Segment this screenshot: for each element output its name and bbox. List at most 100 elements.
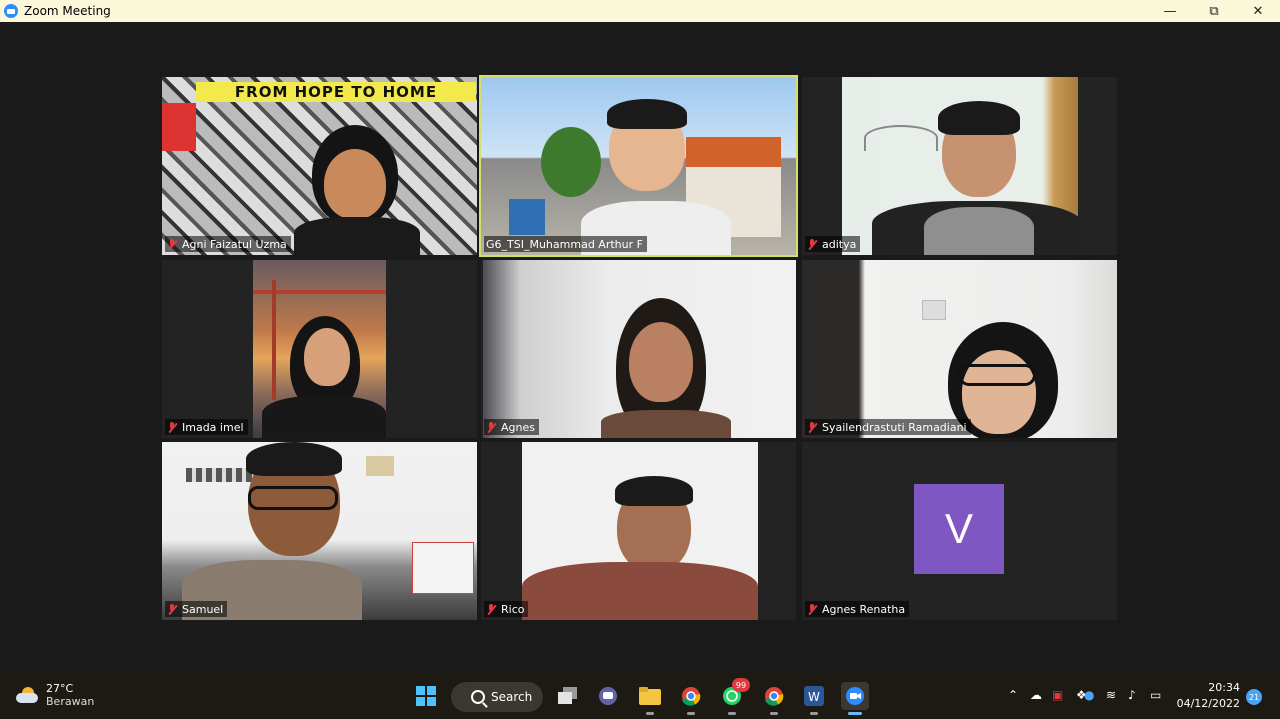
start-button[interactable] [412, 682, 440, 710]
participant-body [601, 410, 731, 438]
participant-tile[interactable]: FROM HOPE TO HOME Agni Faizatul Uzma [162, 77, 477, 255]
task-view-icon [558, 687, 577, 704]
participant-name: Rico [484, 601, 529, 617]
chrome-button[interactable] [677, 682, 705, 715]
comic-panel-image [162, 103, 196, 151]
participant-tile[interactable]: Syailendrastuti Ramadiani [802, 260, 1117, 438]
search-icon [471, 690, 485, 704]
window-title: Zoom Meeting [24, 4, 111, 18]
participant-name: Agni Faizatul Uzma [165, 236, 291, 252]
tree-image [541, 127, 601, 197]
sign-board [509, 199, 545, 235]
participant-name: Agnes Renatha [805, 601, 910, 617]
participant-shirt [924, 207, 1034, 255]
word-button[interactable]: W [800, 682, 828, 715]
wall-poster-image [366, 456, 394, 476]
participant-name: aditya [805, 236, 861, 252]
glasses-image [958, 364, 1036, 386]
zoom-taskbar-button[interactable] [841, 682, 869, 715]
onedrive-icon[interactable]: ☁ [1030, 688, 1042, 702]
clock-time: 20:34 [1208, 681, 1240, 694]
app-tray-icon[interactable]: ▣ [1052, 688, 1063, 702]
partly-cloudy-icon [16, 687, 38, 703]
hanger-image [864, 125, 938, 151]
word-icon: W [804, 686, 824, 706]
participant-body [294, 217, 420, 255]
participant-face [304, 328, 350, 386]
chrome-icon [682, 687, 701, 706]
file-explorer-button[interactable] [636, 682, 664, 715]
active-indicator [848, 712, 862, 715]
weather-temperature: 27°C [46, 682, 74, 695]
close-button[interactable]: ✕ [1236, 0, 1280, 22]
participant-tile[interactable]: Imada imel [162, 260, 477, 438]
participant-hair [607, 99, 687, 129]
zoom-app-icon [4, 4, 18, 18]
microphone-icon[interactable]: ● [1084, 688, 1094, 702]
participant-hair [615, 476, 693, 506]
windows-logo-icon [416, 686, 436, 706]
wifi-icon[interactable]: ≋ [1106, 688, 1116, 702]
participant-hair [246, 442, 342, 476]
participant-tile[interactable]: Rico [481, 442, 796, 620]
gallery-view: FROM HOPE TO HOME Agni Faizatul Uzma G6_… [0, 22, 1280, 674]
weather-condition: Berawan [46, 695, 95, 708]
participant-tile[interactable]: aditya [802, 77, 1117, 255]
participant-name: G6_TSI_Muhammad Arthur F [484, 236, 647, 252]
teams-chat-button[interactable] [594, 682, 622, 710]
maximize-button[interactable]: ⧉ [1192, 0, 1236, 22]
glasses-image [248, 486, 338, 510]
virtual-background-banner: FROM HOPE TO HOME [196, 82, 476, 102]
participant-body [262, 396, 386, 438]
participant-face [324, 149, 386, 219]
participant-tile-active-speaker[interactable]: G6_TSI_Muhammad Arthur F [479, 75, 798, 257]
participant-tile[interactable]: Agnes [481, 260, 796, 438]
participant-face [629, 322, 693, 402]
participant-body [522, 562, 758, 620]
muted-mic-icon [486, 421, 496, 433]
chat-icon [599, 687, 617, 705]
participant-name: Samuel [165, 601, 228, 617]
battery-icon[interactable]: ▭ [1150, 688, 1161, 702]
search-label: Search [491, 690, 533, 704]
bridge-tower [272, 280, 276, 400]
system-clock[interactable]: 20:34 04/12/2022 [1177, 680, 1240, 712]
running-indicator [810, 712, 818, 715]
running-indicator [770, 712, 778, 715]
muted-mic-icon [807, 238, 817, 250]
participant-face [962, 350, 1036, 434]
folder-icon [639, 687, 661, 705]
weather-widget[interactable]: 27°C Berawan [16, 682, 94, 708]
table-image [412, 542, 474, 594]
participant-name: Imada imel [165, 419, 248, 435]
clock-date: 04/12/2022 [1176, 697, 1240, 710]
muted-mic-icon [486, 603, 496, 615]
participant-name: Syailendrastuti Ramadiani [805, 419, 971, 435]
windows-taskbar: 27°C Berawan Search 99 W ⌃ ☁ ▣ ❖ ≋ ♪ ▭ ●… [0, 674, 1280, 719]
wall-socket-image [922, 300, 946, 320]
task-view-button[interactable] [554, 682, 582, 710]
muted-mic-icon [807, 421, 817, 433]
running-indicator [728, 712, 736, 715]
running-indicator [687, 712, 695, 715]
minimize-button[interactable]: — [1148, 0, 1192, 22]
notification-count-badge[interactable]: 21 [1246, 689, 1262, 705]
muted-mic-icon [167, 603, 177, 615]
taskbar-search-button[interactable]: Search [451, 682, 543, 712]
chevron-up-icon[interactable]: ⌃ [1008, 688, 1018, 702]
chrome-profile-button[interactable] [760, 682, 788, 715]
chrome-icon [765, 687, 784, 706]
whatsapp-notification-badge: 99 [732, 678, 750, 692]
participant-tile[interactable]: V Agnes Renatha [802, 442, 1117, 620]
whatsapp-button[interactable]: 99 [718, 678, 750, 715]
participant-name: Agnes [484, 419, 539, 435]
muted-mic-icon [167, 421, 177, 433]
volume-icon[interactable]: ♪ [1128, 688, 1136, 702]
participant-hair [938, 101, 1020, 135]
participant-tile[interactable]: Samuel [162, 442, 477, 620]
participant-avatar: V [914, 484, 1004, 574]
muted-mic-icon [807, 603, 817, 615]
zoom-icon [846, 687, 864, 705]
building-roof [686, 137, 781, 167]
svg-text:W: W [808, 690, 820, 704]
